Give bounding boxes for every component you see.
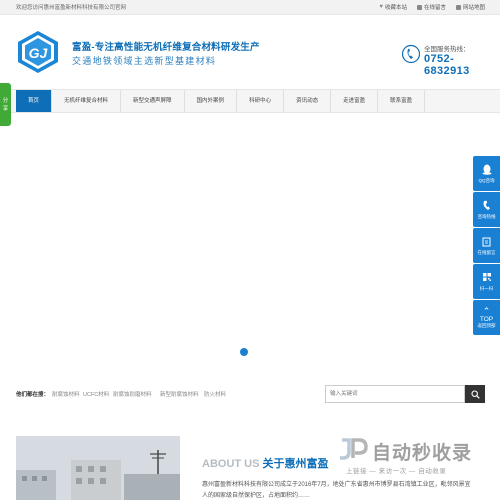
back-to-top-button[interactable]: ⌃ TOP 返回顶部 [473,300,500,335]
hot-search-row: 他们都在搜： 耐腐蚀材料 UCFC材料 耐腐蚀耐磨材料 新型耐腐蚀材料 防火材料 [0,380,500,410]
bookmark-link[interactable]: ♥ 收藏本站 [379,3,407,12]
edit-icon [481,236,493,247]
nav-item-research[interactable]: 科研中心 [237,90,285,112]
slider-dot[interactable] [240,348,248,356]
qrcode-button[interactable]: 扫一扫 [473,264,500,299]
nav-item-materials[interactable]: 无机纤维复合材料 [52,90,122,112]
hot-keyword[interactable]: 新型耐腐蚀材料 [160,390,199,398]
about-heading: ABOUT US 关于惠州富盈 [202,458,329,470]
nav-item-news[interactable]: 资讯动态 [284,90,332,112]
qrcode-icon [481,272,493,283]
top-bar: 欢迎您访问惠州富盈新材料科技有限公司官网 ♥ 收藏本站 在线留言 网站地图 [0,0,500,15]
hot-keyword[interactable]: 耐腐蚀材料 [52,390,80,398]
hero-banner[interactable] [0,113,500,368]
float-service-bar: QQ咨询 咨询热线 在线留言 扫一扫 ⌃ TOP 返回顶部 [473,156,500,336]
company-logo[interactable]: GJ [16,30,60,74]
nav-item-about[interactable]: 走进富盈 [331,90,379,112]
hotline-label: 全国服务热线： [424,46,470,53]
brand-slogan: 交通地铁领域主选新型基建材料 [72,56,217,66]
search-box [325,385,465,403]
share-tab[interactable]: 分 享 [0,83,11,126]
hot-keyword[interactable]: UCFC材料 [83,390,109,398]
search-button[interactable] [465,385,485,403]
nav-item-cases[interactable]: 国内外案例 [185,90,238,112]
qq-icon [481,164,493,175]
brand-title: 富盈-专注高性能无机纤维复合材料研发生产 [72,42,260,53]
phone-icon [402,44,420,64]
hot-search-label: 他们都在搜： [16,392,50,398]
sitemap-icon [455,4,461,10]
qq-consult-button[interactable]: QQ咨询 [473,156,500,191]
arrow-up-icon: ⌃ [482,305,491,316]
message-link[interactable]: 在线留言 [416,3,446,11]
heart-icon: ♥ [379,3,383,10]
hot-keyword[interactable]: 耐腐蚀耐磨材料 [113,390,152,398]
watermark: 自动秒收录 上链接 — 来访一次 — 自动收录 [336,432,496,484]
about-company-photo [16,436,180,500]
site-header: GJ 富盈-专注高性能无机纤维复合材料研发生产 交通地铁领域主选新型基建材料 全… [0,15,500,80]
top-links: ♥ 收藏本站 在线留言 网站地图 [379,3,485,12]
welcome-text: 欢迎您访问惠州富盈新材料科技有限公司官网 [16,5,127,11]
main-nav: 首页 无机纤维复合材料 新型交通声屏障 国内外案例 科研中心 资讯动态 走进富盈… [0,89,500,113]
hotline-button[interactable]: 咨询热线 [473,192,500,227]
phone-icon [481,200,493,211]
search-icon [470,389,480,399]
hotline: 全国服务热线： 0752-6832913 [402,41,487,77]
message-button[interactable]: 在线留言 [473,228,500,263]
hot-keyword[interactable]: 防火材料 [204,390,226,398]
sitemap-link[interactable]: 网站地图 [455,3,485,11]
nav-item-sound-barrier[interactable]: 新型交通声屏障 [121,90,185,112]
nav-item-home[interactable]: 首页 [16,90,53,112]
search-input[interactable] [326,386,446,402]
nav-item-contact[interactable]: 联系富盈 [378,90,426,112]
hotline-number[interactable]: 0752-6832913 [424,53,487,77]
watermark-logo [340,438,368,460]
message-icon [416,4,422,10]
svg-text:GJ: GJ [29,45,49,61]
